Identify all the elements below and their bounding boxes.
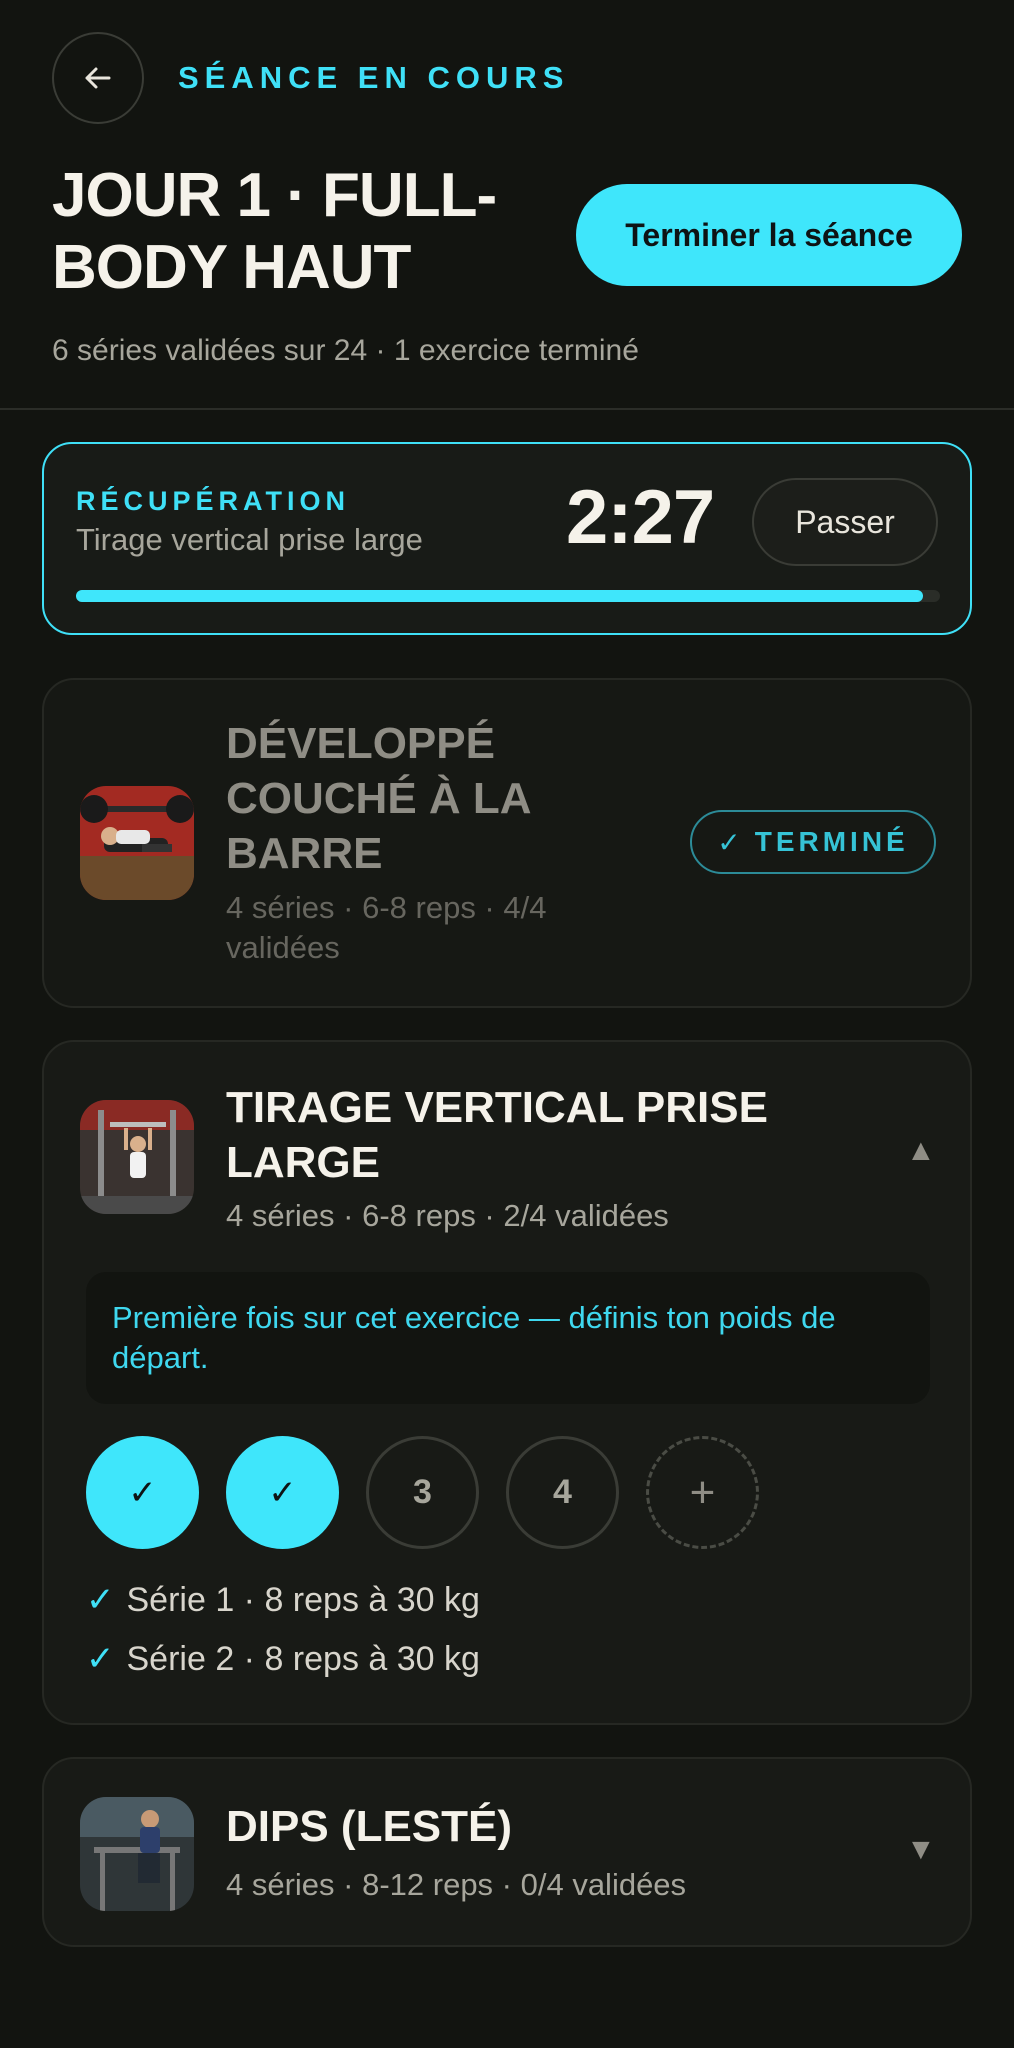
check-icon: ✓ [86,1581,115,1619]
collapse-chevron-icon[interactable]: ▲ [906,1134,936,1168]
rest-progress-bar [76,590,940,602]
back-button[interactable] [52,32,144,124]
expand-chevron-icon[interactable]: ▼ [906,1833,936,1867]
header-divider [0,408,1014,410]
exercise-card-dips[interactable]: DIPS (LESTÉ) 4 séries · 8-12 reps · 0/4 … [42,1757,972,1947]
finish-session-button[interactable]: Terminer la séance [576,184,962,286]
check-icon: ✓ [717,826,745,858]
completed-badge-label: TERMINÉ [754,826,909,857]
completed-badge: ✓ TERMINÉ [690,810,936,874]
session-progress-summary: 6 séries validées sur 24 · 1 exercice te… [52,334,639,367]
workout-session-screen: SÉANCE EN COURS JOUR 1 · FULL-BODY HAUT … [0,0,1014,2048]
skip-rest-button[interactable]: Passer [752,478,938,566]
exercise-name: DÉVELOPPÉ COUCHÉ À LA BARRE [226,719,530,878]
set-4-button[interactable]: 4 [506,1436,619,1549]
set-3-button[interactable]: 3 [366,1436,479,1549]
exercise-meta: 4 séries · 6-8 reps · 2/4 validées [226,1198,669,1233]
rest-countdown: 2:27 [566,475,715,560]
logged-set: ✓ Série 1 · 8 reps à 30 kg [86,1580,480,1620]
exercise-thumbnail [80,786,194,900]
check-icon: ✓ [86,1640,115,1678]
exercise-name: TIRAGE VERTICAL PRISE LARGE [226,1083,768,1187]
exercise-thumbnail [80,1100,194,1214]
add-set-button[interactable]: + [646,1436,759,1549]
rest-exercise-name: Tirage vertical prise large [76,522,423,557]
exercise-thumbnail [80,1797,194,1911]
page-title: JOUR 1 · FULL-BODY HAUT [52,161,497,302]
rest-progress-fill [76,590,923,602]
exercise-meta: 4 séries · 6-8 reps · 4/4 validées [226,890,547,965]
rest-label: RÉCUPÉRATION [76,486,351,516]
arrow-left-icon [85,67,111,89]
exercise-name: DIPS (LESTÉ) [226,1802,513,1851]
logged-set-text: Série 2 · 8 reps à 30 kg [126,1639,480,1678]
first-time-notice: Première fois sur cet exercice — définis… [86,1272,930,1404]
set-selector: ✓ ✓ 3 4 + [86,1436,759,1549]
logged-set-text: Série 1 · 8 reps à 30 kg [126,1580,480,1619]
logged-set: ✓ Série 2 · 8 reps à 30 kg [86,1639,480,1679]
rest-timer-card: RÉCUPÉRATION Tirage vertical prise large… [42,442,972,635]
set-1-button[interactable]: ✓ [86,1436,199,1549]
session-eyebrow: SÉANCE EN COURS [178,60,570,95]
exercise-meta: 4 séries · 8-12 reps · 0/4 validées [226,1867,687,1902]
top-bar: SÉANCE EN COURS [52,32,569,124]
set-2-button[interactable]: ✓ [226,1436,339,1549]
exercise-card-bench-press[interactable]: DÉVELOPPÉ COUCHÉ À LA BARRE 4 séries · 6… [42,678,972,1008]
exercise-card-lat-pulldown: TIRAGE VERTICAL PRISE LARGE 4 séries · 6… [42,1040,972,1725]
